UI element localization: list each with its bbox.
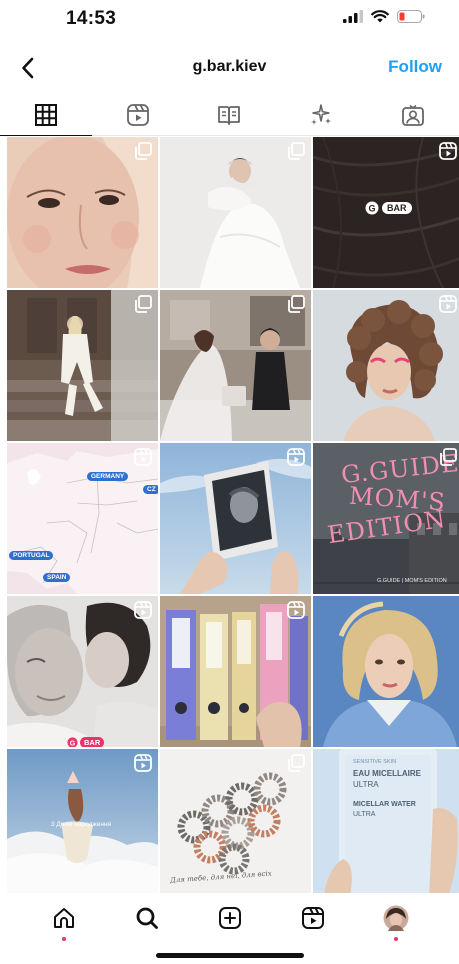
- bottle-label-4: MICELLAR WATER: [353, 801, 416, 808]
- nav-create[interactable]: [210, 898, 250, 938]
- tab-effects[interactable]: [275, 94, 367, 135]
- tab-reels[interactable]: [92, 94, 184, 135]
- wifi-icon: [371, 10, 389, 23]
- status-bar: 14:53: [0, 0, 459, 38]
- signal-icon: [343, 10, 363, 23]
- post-tile[interactable]: [7, 290, 158, 441]
- reels-icon: [287, 448, 305, 466]
- post-tile[interactable]: G BAR: [7, 596, 158, 747]
- carousel-icon: [288, 142, 305, 160]
- profile-avatar: [383, 905, 408, 931]
- search-icon: [136, 907, 158, 929]
- bottle-label-5: ULTRA: [353, 811, 376, 818]
- post-tile[interactable]: [160, 443, 311, 594]
- tab-guides[interactable]: [184, 94, 276, 135]
- nav-profile[interactable]: [376, 898, 416, 941]
- post-tile[interactable]: [7, 137, 158, 288]
- brand-logo-icon: G: [365, 201, 379, 215]
- brand-text: BAR: [80, 737, 105, 747]
- post-tile[interactable]: SENSITIVE SKIN EAU MICELLAIRE ULTRA MICE…: [313, 749, 459, 900]
- follow-button[interactable]: Follow: [388, 57, 442, 77]
- blonde-woman-photo: [313, 596, 459, 747]
- home-icon: [53, 908, 74, 928]
- create-post-icon: [218, 907, 241, 929]
- reels-icon: [439, 142, 457, 160]
- reels-icon: [126, 103, 149, 126]
- guide-book-icon: [218, 105, 241, 125]
- carousel-icon: [288, 295, 305, 313]
- reel-caption: 3 Днем народження: [51, 821, 112, 828]
- nav-search[interactable]: [127, 898, 167, 938]
- post-tile[interactable]: G BAR: [313, 137, 459, 288]
- brand-text: BAR: [382, 202, 412, 214]
- svg-text:G: G: [70, 740, 76, 747]
- carousel-icon: [440, 448, 457, 466]
- reels-icon: [287, 601, 305, 619]
- profile-header: g.bar.kiev Follow: [0, 48, 459, 88]
- notification-dot: [61, 937, 66, 941]
- carousel-icon: [135, 295, 152, 313]
- post-tile[interactable]: GERMANY CZ PORTUGAL SPAIN: [7, 443, 158, 594]
- nav-home[interactable]: [44, 898, 84, 941]
- reels-icon: [134, 754, 152, 772]
- notification-dot: [393, 937, 398, 941]
- brand-logo-icon: G: [67, 737, 78, 747]
- tab-tagged[interactable]: [367, 94, 459, 135]
- map-label-spain: SPAIN: [43, 573, 71, 582]
- brand-label: G BAR: [365, 201, 412, 215]
- profile-tabs: [0, 94, 459, 136]
- posts-grid: G BAR GERMANY CZ PORTUGAL SPAIN G.GUIDE …: [7, 137, 459, 900]
- curly-hair-photo: [313, 290, 459, 441]
- bottle-label-1: SENSITIVE SKIN: [353, 759, 397, 765]
- post-tile[interactable]: [160, 596, 311, 747]
- sparkles-icon: [311, 103, 332, 125]
- bottle-label-2: EAU MICELLAIRE: [353, 769, 421, 778]
- reels-icon: [301, 907, 324, 929]
- post-tile[interactable]: 3 Днем народження: [7, 749, 158, 900]
- status-time: 14:53: [66, 8, 117, 29]
- carousel-icon: [288, 754, 305, 772]
- nav-reels[interactable]: [293, 898, 333, 938]
- bottle-label-3: ULTRA: [353, 780, 379, 789]
- post-tile[interactable]: [160, 137, 311, 288]
- post-tile[interactable]: G.GUIDE MOM'S EDITION G.GUIDE | MOM'S ED…: [313, 443, 459, 594]
- brand-label: G BAR: [67, 737, 105, 747]
- home-indicator: [156, 953, 304, 958]
- post-tile[interactable]: [313, 290, 459, 441]
- post-tile[interactable]: Для тебе, для неї, для всіх: [160, 749, 311, 900]
- reels-icon: [439, 295, 457, 313]
- grid-icon: [34, 103, 57, 126]
- guide-caption: G.GUIDE | MOM'S EDITION: [377, 578, 447, 584]
- battery-low-icon: [397, 10, 425, 23]
- tab-posts-grid[interactable]: [0, 94, 92, 136]
- bottom-nav: [0, 893, 459, 943]
- reels-icon: [134, 448, 152, 466]
- tagged-person-icon: [402, 104, 424, 126]
- post-tile[interactable]: [313, 596, 459, 747]
- map-label-portugal: PORTUGAL: [9, 551, 54, 560]
- svg-text:G: G: [368, 204, 375, 214]
- reels-icon: [134, 601, 152, 619]
- post-tile[interactable]: [160, 290, 311, 441]
- status-icons: [343, 10, 425, 23]
- carousel-icon: [135, 142, 152, 160]
- map-label-germany: GERMANY: [87, 472, 129, 481]
- map-label-cz: CZ: [143, 485, 158, 494]
